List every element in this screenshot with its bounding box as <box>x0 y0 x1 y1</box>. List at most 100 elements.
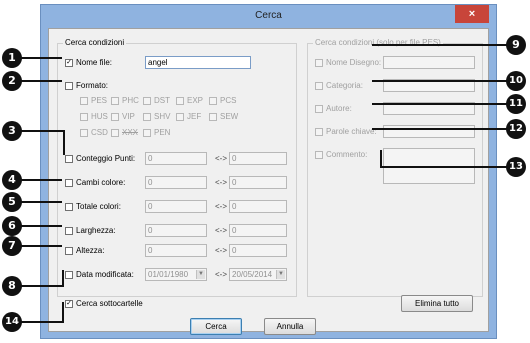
width-from-input[interactable]: 0 <box>145 224 207 237</box>
format-dst-checkbox[interactable] <box>143 97 151 105</box>
callout-line-8v <box>62 270 64 287</box>
format-vip-label: VIP <box>122 112 135 121</box>
callout-marker-1: 1 <box>2 48 22 68</box>
height-checkbox[interactable] <box>65 247 73 255</box>
callout-line-8 <box>20 285 64 287</box>
category-checkbox[interactable] <box>315 82 323 90</box>
stitch-count-label: Conteggio Punti: <box>76 154 136 163</box>
callout-line-9 <box>372 44 508 46</box>
callout-line-13v <box>380 150 382 168</box>
design-name-label: Nome Disegno: <box>326 58 382 67</box>
keywords-checkbox[interactable] <box>315 128 323 136</box>
file-name-input[interactable]: angel <box>145 56 251 69</box>
search-conditions-title: Cerca condizioni <box>63 38 127 47</box>
format-sew-checkbox[interactable] <box>209 113 217 121</box>
format-exp-checkbox[interactable] <box>176 97 184 105</box>
cancel-button[interactable]: Annulla <box>264 318 316 335</box>
format-pes-checkbox[interactable] <box>80 97 88 105</box>
stitch-count-separator: <-> <box>215 154 228 163</box>
date-separator: <-> <box>215 270 228 279</box>
format-dst-label: DST <box>154 96 170 105</box>
total-colors-to-input[interactable]: 0 <box>229 200 287 213</box>
callout-line-2 <box>20 80 62 82</box>
color-changes-to-input[interactable]: 0 <box>229 176 287 189</box>
callout-marker-9: 9 <box>506 35 526 55</box>
comment-checkbox[interactable] <box>315 151 323 159</box>
title-bar[interactable]: Cerca × <box>41 5 496 27</box>
callout-marker-14: 14 <box>2 312 22 332</box>
format-checkbox[interactable] <box>65 82 73 90</box>
dialog-window: Cerca × Cerca condizioni ✓ Nome file: an… <box>40 4 497 339</box>
format-phc-label: PHC <box>122 96 139 105</box>
stitch-count-checkbox[interactable] <box>65 155 73 163</box>
date-modified-checkbox[interactable] <box>65 271 73 279</box>
callout-line-11 <box>372 103 508 105</box>
height-to-input[interactable]: 0 <box>229 244 287 257</box>
format-shv-checkbox[interactable] <box>143 113 151 121</box>
design-name-input[interactable] <box>383 56 475 69</box>
dialog-body: Cerca condizioni ✓ Nome file: angel Form… <box>48 28 489 335</box>
total-colors-separator: <-> <box>215 202 228 211</box>
color-changes-from-input[interactable]: 0 <box>145 176 207 189</box>
callout-marker-10: 10 <box>506 71 526 91</box>
callout-marker-4: 4 <box>2 170 22 190</box>
color-changes-label: Cambi colore: <box>76 178 126 187</box>
search-button[interactable]: Cerca <box>190 318 242 335</box>
date-from-picker[interactable]: 01/01/1980 ▼ <box>145 268 207 281</box>
stitch-count-from-input[interactable]: 0 <box>145 152 207 165</box>
callout-line-14 <box>20 321 64 323</box>
subfolders-checkbox[interactable]: ✓ <box>65 300 73 308</box>
close-button[interactable]: × <box>455 5 489 23</box>
format-xxx-checkbox[interactable] <box>111 129 119 137</box>
format-hus-checkbox[interactable] <box>80 113 88 121</box>
format-label: Formato: <box>76 81 109 90</box>
width-to-input[interactable]: 0 <box>229 224 287 237</box>
format-vip-checkbox[interactable] <box>111 113 119 121</box>
callout-marker-11: 11 <box>506 94 526 114</box>
callout-line-14v <box>62 302 64 323</box>
width-checkbox[interactable] <box>65 227 73 235</box>
color-changes-checkbox[interactable] <box>65 179 73 187</box>
color-changes-separator: <-> <box>215 178 228 187</box>
callout-marker-7: 7 <box>2 236 22 256</box>
date-modified-label: Data modificata: <box>76 270 134 279</box>
callout-marker-13: 13 <box>506 157 526 177</box>
date-to-picker[interactable]: 20/05/2014 ▼ <box>229 268 287 281</box>
design-name-checkbox[interactable] <box>315 59 323 67</box>
author-label: Autore: <box>326 104 352 113</box>
height-separator: <-> <box>215 246 228 255</box>
total-colors-label: Totale colori: <box>76 202 121 211</box>
total-colors-checkbox[interactable] <box>65 203 73 211</box>
keywords-input[interactable] <box>383 125 475 138</box>
author-checkbox[interactable] <box>315 105 323 113</box>
format-phc-checkbox[interactable] <box>111 97 119 105</box>
callout-marker-2: 2 <box>2 71 22 91</box>
format-xxx-label: XXX <box>122 128 139 137</box>
chevron-down-icon[interactable]: ▼ <box>276 270 285 279</box>
callout-marker-12: 12 <box>506 119 526 139</box>
stitch-count-to-input[interactable]: 0 <box>229 152 287 165</box>
format-csd-checkbox[interactable] <box>80 129 88 137</box>
file-name-label: Nome file: <box>76 58 113 67</box>
callout-line-3 <box>20 130 65 132</box>
chevron-down-icon[interactable]: ▼ <box>196 270 205 279</box>
format-pen-checkbox[interactable] <box>143 129 151 137</box>
file-name-checkbox[interactable]: ✓ <box>65 59 73 67</box>
format-jef-checkbox[interactable] <box>176 113 184 121</box>
date-from-value: 01/01/1980 <box>148 270 189 279</box>
format-shv-label: SHV <box>154 112 171 121</box>
callout-line-12 <box>372 128 508 130</box>
total-colors-from-input[interactable]: 0 <box>145 200 207 213</box>
format-exp-label: EXP <box>187 96 204 105</box>
format-pcs-checkbox[interactable] <box>209 97 217 105</box>
category-label: Categoria: <box>326 81 363 90</box>
clear-all-button[interactable]: Elimina tutto <box>401 295 473 312</box>
height-from-input[interactable]: 0 <box>145 244 207 257</box>
callout-line-1 <box>20 57 62 59</box>
callout-marker-8: 8 <box>2 276 22 296</box>
format-jef-label: JEF <box>187 112 202 121</box>
callout-line-10 <box>372 80 508 82</box>
callout-marker-6: 6 <box>2 216 22 236</box>
format-csd-label: CSD <box>91 128 108 137</box>
keywords-label: Parole chiave: <box>326 127 377 136</box>
